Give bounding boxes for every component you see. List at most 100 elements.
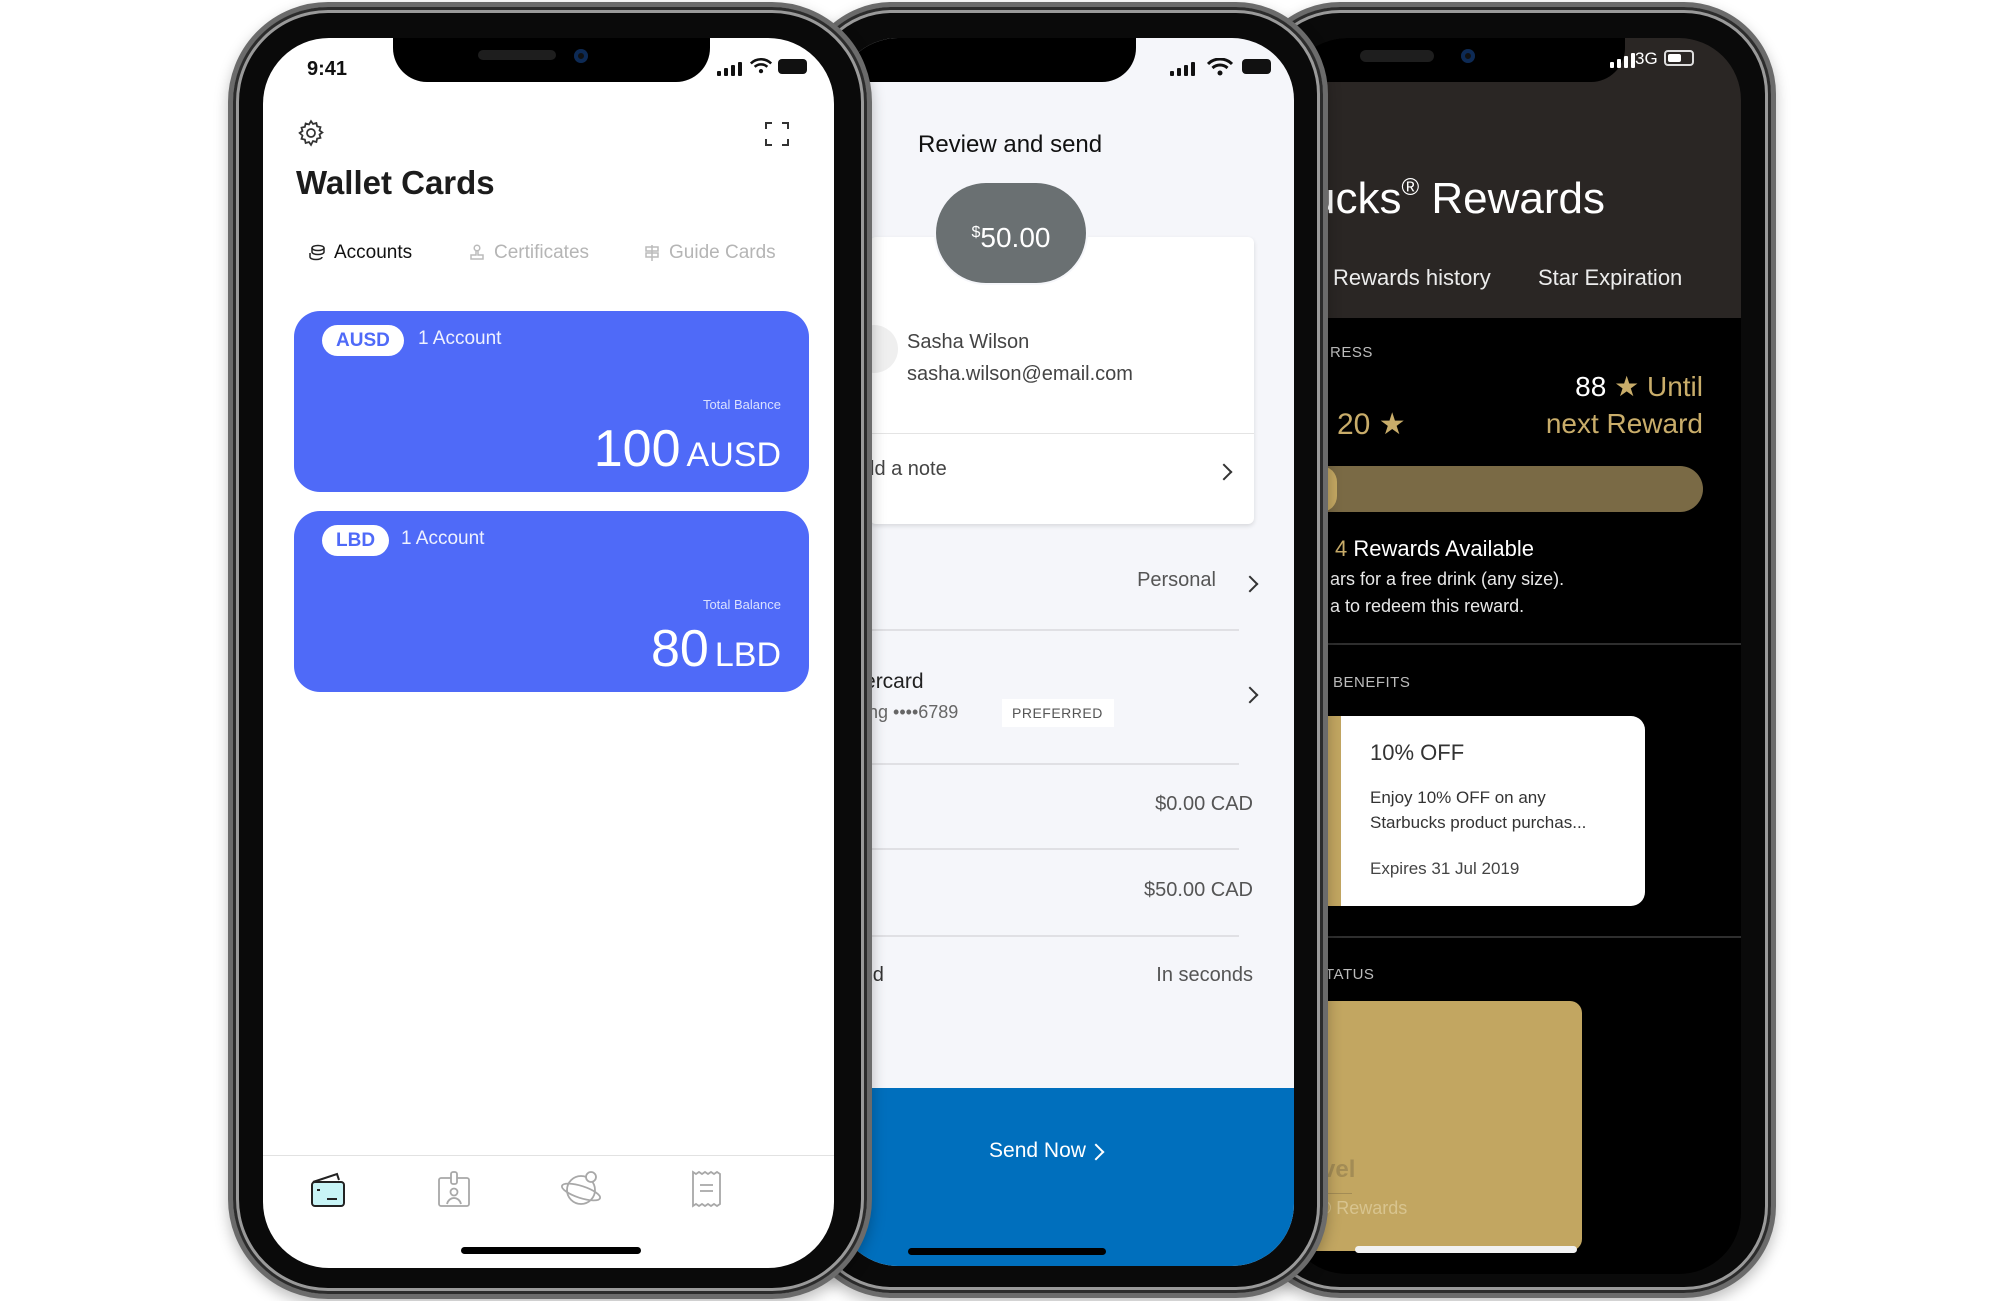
benefits-section-label: BENEFITS [1333, 674, 1411, 691]
until-text: Until [1646, 371, 1703, 402]
row-divider [836, 935, 1239, 937]
benefit-expiry: Expires 31 Jul 2019 [1370, 859, 1520, 878]
recipient-card: Sasha Wilson sasha.wilson@email.com ld a… [850, 237, 1254, 524]
signpost-icon [645, 245, 659, 261]
total-balance-label: Total Balance [702, 597, 781, 612]
stars-remaining: 88 [1575, 371, 1607, 402]
chevron-right-icon [1215, 463, 1233, 481]
rewards-available-label: Rewards Available [1353, 536, 1534, 561]
camera [1461, 49, 1475, 63]
status-section-label: TATUS [1325, 966, 1375, 983]
battery-icon [1664, 50, 1694, 66]
tab-label: Guide Cards [669, 242, 776, 263]
add-note-label: ld a note [870, 458, 947, 480]
tab-guide-cards[interactable]: Guide Cards [643, 242, 776, 264]
currency-pill: AUSD [322, 325, 404, 356]
recipient-email: sasha.wilson@email.com [907, 363, 1133, 385]
home-indicator [461, 1247, 641, 1254]
balance-unit: LBD [714, 636, 781, 674]
chevron-right-icon [1241, 686, 1259, 704]
tab-label: Certificates [494, 242, 590, 263]
signal-icon [1170, 62, 1195, 76]
page-title: Review and send [918, 131, 1103, 158]
speaker [1360, 50, 1434, 62]
coins-stack-icon [309, 244, 325, 261]
chevron-right-icon [1241, 575, 1259, 593]
wallet-card-icon [311, 1172, 345, 1207]
account-card-lbd[interactable]: LBD 1 Account Total Balance 80 LBD [294, 511, 809, 692]
settings-gear-icon[interactable] [296, 118, 326, 148]
currency-pill: LBD [322, 525, 390, 556]
tab-label: Accounts [334, 242, 413, 263]
registered-mark: ® [1401, 174, 1420, 201]
rewards-desc-line1: ars for a free drink (any size). [1330, 569, 1565, 589]
receipt-icon [692, 1170, 721, 1208]
rewards-available: 4 Rewards Available [1335, 536, 1534, 562]
total-value: $50.00 CAD [1144, 879, 1253, 901]
row-divider [836, 848, 1239, 850]
wifi-icon [1206, 57, 1234, 76]
tab-bar-divider [263, 1155, 834, 1156]
signal-icon [1610, 53, 1635, 68]
status-card-subtitle: ® Rewards [1318, 1198, 1408, 1218]
battery-icon [1242, 59, 1271, 74]
benefit-desc-line1: Enjoy 10% OFF on any [1370, 788, 1546, 807]
tab-rewards-history[interactable]: Rewards history [1333, 265, 1491, 291]
payment-method-row[interactable]: astercard ecking ••••6789 PREFERRED [836, 658, 1294, 768]
account-card-ausd[interactable]: AUSD 1 Account Total Balance 100 AUSD [294, 311, 809, 492]
account-count: 1 Account [401, 528, 485, 549]
notch [836, 38, 1136, 82]
star-icon: ★ [1614, 371, 1640, 402]
add-note-row[interactable]: ld a note [870, 434, 1254, 524]
row-divider [836, 763, 1239, 765]
home-indicator [1355, 1246, 1577, 1253]
expand-scan-icon[interactable] [765, 122, 789, 146]
page-title: Wallet Cards [296, 164, 495, 201]
stars-until: 88 ★ Until [1575, 370, 1703, 403]
balance-amount: 80 [651, 620, 709, 678]
rewards-desc-line2: a to redeem this reward. [1330, 596, 1525, 616]
section-divider [1315, 643, 1741, 645]
wallet-screen: 9:41 Wallet Cards Accounts Certificates … [263, 38, 834, 1268]
notch [1285, 38, 1625, 82]
account-type-row[interactable]: e Personal [836, 558, 1294, 628]
progress-section-label: RESS [1330, 344, 1373, 361]
row-divider [836, 629, 1239, 631]
tab-star-expiration[interactable]: Star Expiration [1538, 265, 1682, 291]
nav-wallet[interactable] [307, 1168, 349, 1210]
rewards-title: ucks® Rewards [1311, 174, 1605, 224]
status-level-card[interactable]: vel ® Rewards [1310, 1001, 1582, 1251]
title-text-rest: Rewards [1419, 174, 1606, 223]
notch [393, 38, 710, 82]
nav-receipts[interactable] [685, 1168, 727, 1210]
preferred-badge: PREFERRED [1002, 699, 1114, 727]
delivery-value: In seconds [1156, 964, 1253, 986]
send-now-text: Send Now [989, 1139, 1086, 1162]
fee-value: $0.00 CAD [1155, 793, 1253, 815]
balance-unit: AUSD [686, 436, 781, 474]
section-divider [1315, 936, 1741, 938]
id-badge-icon [438, 1171, 470, 1207]
nav-explore[interactable] [559, 1168, 605, 1210]
network-label: 3G [1635, 49, 1658, 68]
review-send-screen: Review and send Sasha Wilson sasha.wilso… [836, 38, 1294, 1266]
star-icon: ★ [1378, 408, 1406, 441]
tab-accounts[interactable]: Accounts [308, 242, 412, 264]
amount-pill: $50.00 [936, 183, 1086, 283]
benefit-card[interactable]: 10% OFF Enjoy 10% OFF on any Starbucks p… [1322, 716, 1645, 906]
tab-certificates[interactable]: Certificates [468, 242, 589, 264]
next-reward-label: next Reward [1545, 408, 1703, 439]
signal-icon [717, 62, 742, 76]
send-now-button[interactable]: Send Now [836, 1088, 1294, 1266]
recipient-name: Sasha Wilson [907, 331, 1030, 353]
stamp-icon [470, 244, 484, 260]
account-count: 1 Account [418, 328, 502, 349]
battery-icon [778, 59, 807, 74]
nav-identity[interactable] [433, 1168, 475, 1210]
row-value: Personal [1137, 569, 1216, 591]
stars-balance: 20 ★ [1337, 407, 1406, 442]
wifi-icon [749, 58, 773, 74]
home-indicator [908, 1248, 1106, 1255]
stars-count: 20 [1337, 408, 1371, 441]
speaker [478, 50, 556, 60]
